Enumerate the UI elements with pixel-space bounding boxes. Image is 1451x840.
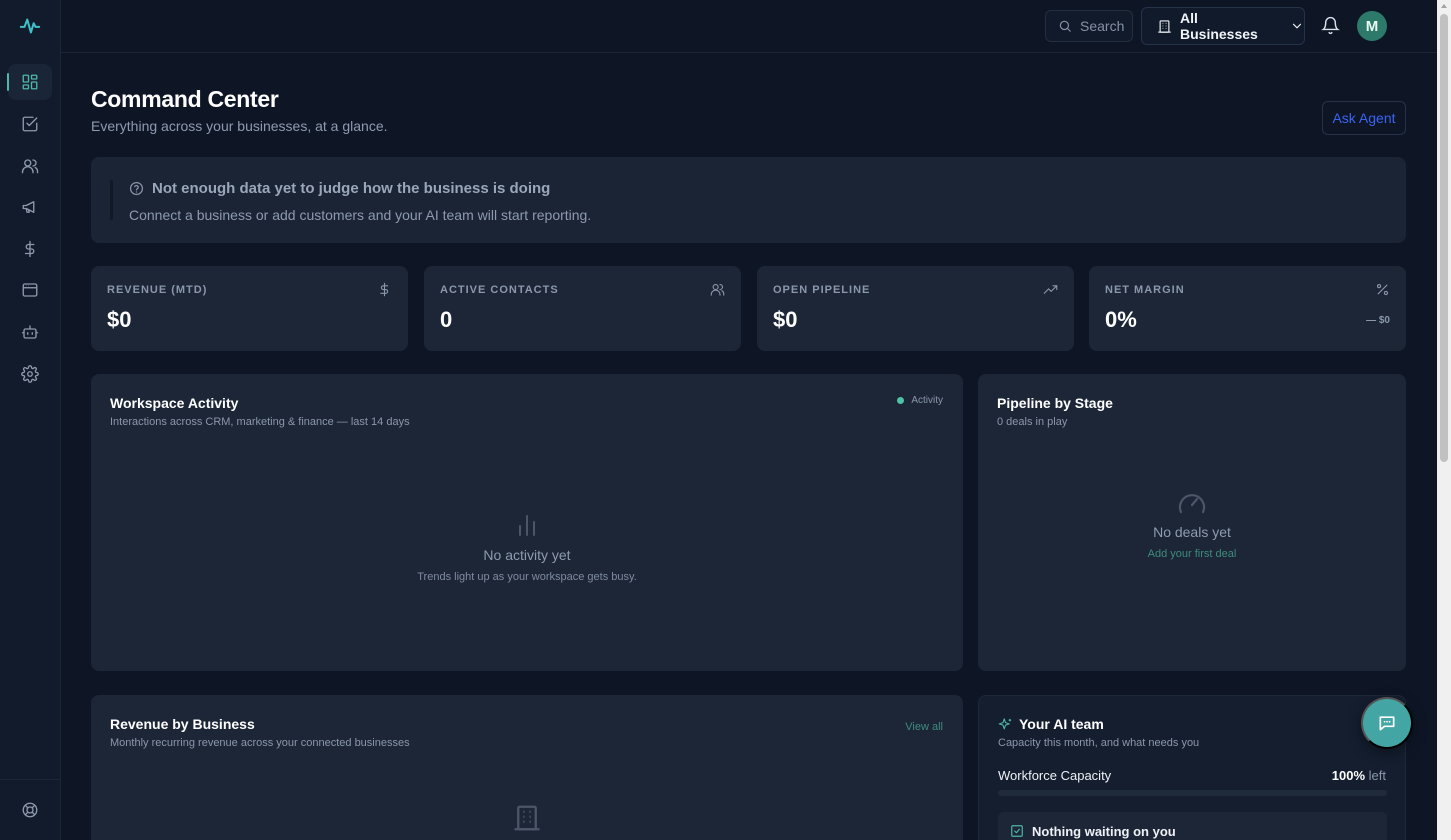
page-scrollbar[interactable] (1437, 0, 1451, 840)
gear-icon (21, 365, 39, 383)
legend-label: Activity (911, 395, 943, 406)
capacity-label: Workforce Capacity (998, 768, 1112, 783)
notice-text: Connect a business or add customers and … (129, 207, 592, 223)
help-lifebuoy-icon (21, 801, 39, 819)
empty-subtitle: Trends light up as your workspace gets b… (417, 571, 637, 583)
topbar: Search All Businesses M (61, 0, 1437, 53)
building-icon (1157, 19, 1172, 34)
trending-up-icon (1043, 282, 1058, 297)
card-title: Pipeline by Stage (997, 395, 1113, 411)
stat-foot: — $0 (1366, 315, 1390, 326)
stat-label: ACTIVE CONTACTS (440, 284, 559, 296)
pipeline-by-stage-card: Pipeline by Stage 0 deals in play No dea… (978, 374, 1406, 671)
business-selector[interactable]: All Businesses (1141, 7, 1305, 45)
sidebar-item-marketing[interactable] (8, 189, 52, 225)
capacity-bar-fill (998, 790, 1387, 796)
search-label: Search (1080, 18, 1125, 34)
users-icon (710, 282, 725, 297)
notifications-bell-icon[interactable] (1321, 16, 1340, 35)
revenue-by-business-card: Revenue by Business Monthly recurring re… (91, 695, 963, 840)
empty-state: No activity yet Trends light up as your … (91, 513, 963, 583)
workspace-activity-card: Workspace Activity Interactions across C… (91, 374, 963, 671)
contacts-icon (21, 157, 39, 175)
stat-card-revenue: REVENUE (MTD) $0 (91, 266, 408, 351)
card-title: Workspace Activity (110, 395, 239, 411)
stat-label: NET MARGIN (1105, 284, 1185, 296)
stat-card-margin: NET MARGIN 0% — $0 (1089, 266, 1406, 351)
chat-bubble-icon (1377, 713, 1397, 733)
search-icon (1058, 19, 1072, 33)
pulse-logo-icon[interactable] (19, 15, 43, 37)
stat-value: $0 (773, 307, 798, 332)
scroll-thumb[interactable] (1440, 14, 1448, 462)
avatar[interactable]: M (1357, 11, 1387, 41)
stat-value: $0 (107, 307, 132, 332)
sidebar (0, 0, 61, 840)
notice-title: Not enough data yet to judge how the bus… (152, 180, 551, 197)
tasks-icon (21, 115, 39, 133)
data-notice: Not enough data yet to judge how the bus… (91, 157, 1406, 243)
question-circle-icon (129, 181, 144, 196)
stat-label: OPEN PIPELINE (773, 284, 871, 296)
legend-dot (897, 397, 905, 404)
ai-team-heading: Your AI team (998, 716, 1104, 732)
capacity-suffix: left (1368, 768, 1386, 783)
nothing-waiting-row: Nothing waiting on you (998, 812, 1387, 840)
stat-card-pipeline: OPEN PIPELINE $0 (757, 266, 1074, 351)
sidebar-item-settings[interactable] (8, 356, 52, 392)
notice-accent-bar (110, 180, 113, 220)
stat-label: REVENUE (MTD) (107, 284, 208, 296)
gauge-icon (978, 488, 1406, 516)
page-title: Command Center (91, 86, 279, 112)
ai-team-subtitle: Capacity this month, and what needs you (998, 737, 1200, 749)
check-square-icon (1010, 824, 1024, 838)
card-subtitle: 0 deals in play (997, 416, 1068, 428)
nothing-waiting-text: Nothing waiting on you (1032, 824, 1176, 839)
empty-state: No deals yet Add your first deal (978, 488, 1406, 560)
sidebar-item-finance[interactable] (8, 231, 52, 267)
add-first-deal-link[interactable]: Add your first deal (978, 548, 1406, 560)
bar-chart-icon (91, 513, 963, 539)
search-button[interactable]: Search (1045, 10, 1133, 42)
ai-team-title: Your AI team (1019, 716, 1104, 732)
building-icon (91, 803, 963, 833)
card-title: Revenue by Business (110, 716, 255, 732)
card-subtitle: Interactions across CRM, marketing & fin… (110, 416, 410, 428)
capacity-value: 100% left (1332, 768, 1386, 783)
chart-legend: Activity (897, 395, 943, 406)
chat-button[interactable] (1361, 697, 1413, 749)
stat-value: 0% (1105, 307, 1137, 332)
sidebar-item-tasks[interactable] (8, 106, 52, 142)
sidebar-item-agents[interactable] (8, 314, 52, 350)
sidebar-item-dashboard[interactable] (7, 64, 52, 100)
chevron-down-icon (1290, 19, 1304, 33)
stat-card-contacts: ACTIVE CONTACTS 0 (424, 266, 741, 351)
view-all-link[interactable]: View all (905, 721, 943, 733)
card-subtitle: Monthly recurring revenue across your co… (110, 737, 410, 749)
stat-value: 0 (440, 307, 453, 332)
empty-title: No activity yet (483, 547, 571, 563)
scroll-up-arrow[interactable] (1441, 4, 1447, 8)
bot-icon (21, 323, 39, 341)
capacity-bar (998, 790, 1387, 796)
sidebar-item-contacts[interactable] (8, 148, 52, 184)
sparkles-icon (998, 717, 1013, 732)
empty-title: No deals yet (1153, 524, 1231, 540)
dollar-icon (377, 282, 392, 297)
business-selector-label: All Businesses (1180, 10, 1258, 42)
sidebar-footer (0, 779, 61, 840)
ai-team-card: Your AI team Capacity this month, and wh… (978, 695, 1406, 840)
percent-icon (1375, 282, 1390, 297)
dollar-icon (21, 240, 39, 258)
dashboard-icon (21, 73, 39, 91)
sidebar-item-help[interactable] (8, 792, 52, 828)
page-subtitle: Everything across your businesses, at a … (91, 118, 388, 134)
megaphone-icon (21, 198, 39, 216)
sidebar-item-sites[interactable] (8, 272, 52, 308)
capacity-percent: 100% (1331, 768, 1366, 783)
browser-window-icon (21, 281, 39, 299)
ask-agent-button[interactable]: Ask Agent (1322, 101, 1406, 135)
empty-state (91, 803, 963, 833)
